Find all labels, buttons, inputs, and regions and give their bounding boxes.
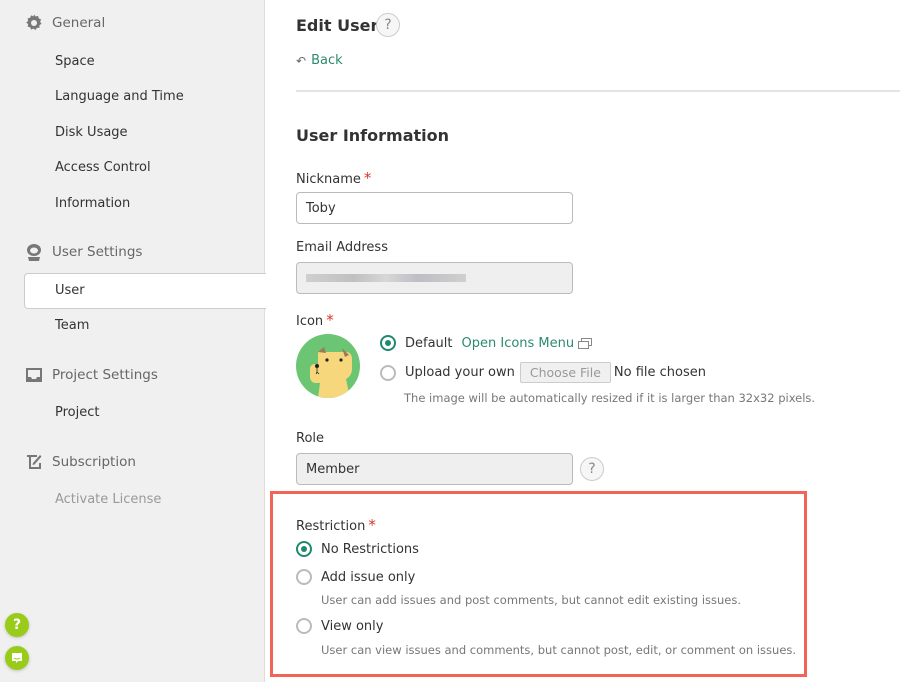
no-file-chosen-text: No file chosen (613, 365, 707, 380)
section-title: User Information (296, 126, 449, 145)
question-icon: ? (588, 461, 596, 477)
avatar (296, 334, 360, 398)
role-label: Role (296, 431, 325, 446)
icon-default-radio[interactable] (380, 335, 396, 351)
inbox-icon (26, 368, 42, 382)
question-icon: ? (384, 17, 392, 33)
sidebar-item-activate-license[interactable]: Activate License (55, 492, 161, 507)
icon-hint: The image will be automatically resized … (404, 391, 816, 405)
help-icon: ? (12, 617, 22, 633)
back-label: Back (311, 53, 343, 68)
sidebar-section-user-settings: User Settings (24, 242, 142, 262)
user-icon (27, 244, 41, 261)
sidebar-item-access-control[interactable]: Access Control (55, 160, 151, 175)
help-float-button[interactable]: ? (5, 613, 29, 637)
sidebar-section-subscription: Subscription (24, 452, 136, 472)
sidebar-item-space[interactable]: Space (55, 54, 95, 69)
role-select[interactable]: Member (296, 453, 573, 485)
nickname-label-text: Nickname (296, 172, 361, 187)
sidebar-section-general: General (24, 13, 105, 33)
icon-upload-option[interactable]: Upload your own Choose File No file chos… (380, 362, 706, 383)
email-label: Email Address (296, 240, 388, 255)
icon-label-text: Icon (296, 314, 324, 329)
restriction-highlight-box (270, 491, 807, 677)
required-marker: * (326, 311, 334, 329)
role-value: Member (306, 461, 360, 477)
page-title: Edit User (296, 16, 379, 35)
divider (296, 90, 900, 92)
sidebar-item-language-and-time[interactable]: Language and Time (55, 89, 184, 104)
nickname-value: Toby (306, 200, 336, 216)
icon-default-option[interactable]: Default Open Icons Menu (380, 335, 593, 351)
sidebar-section-label: Project Settings (52, 367, 158, 383)
external-window-icon (578, 337, 593, 349)
icon-upload-radio[interactable] (380, 364, 396, 381)
page-help-button[interactable]: ? (376, 13, 400, 37)
sidebar-section-label: User Settings (52, 244, 143, 260)
chat-icon (12, 653, 22, 663)
sidebar: General Space Language and Time Disk Usa… (0, 0, 266, 682)
sidebar-section-label: Subscription (52, 454, 136, 470)
icon-label: Icon * (296, 311, 334, 329)
back-link[interactable]: ↶ Back (296, 53, 343, 68)
gear-icon (26, 14, 42, 30)
dog-avatar-icon (310, 347, 352, 398)
sidebar-item-information[interactable]: Information (55, 196, 130, 211)
sidebar-item-disk-usage[interactable]: Disk Usage (55, 125, 128, 140)
role-help-button[interactable]: ? (580, 457, 604, 481)
nickname-input[interactable]: Toby (296, 192, 573, 224)
email-input[interactable] (296, 262, 573, 294)
sidebar-section-label: General (52, 15, 106, 31)
back-arrow-icon: ↶ (296, 53, 307, 68)
required-marker: * (363, 169, 372, 187)
icon-default-label: Default (405, 335, 453, 351)
icon-upload-label: Upload your own (405, 365, 515, 380)
sidebar-item-project[interactable]: Project (55, 405, 99, 420)
sidebar-item-user[interactable]: User (55, 283, 85, 298)
chat-float-button[interactable] (5, 646, 29, 670)
open-icons-menu-link[interactable]: Open Icons Menu (462, 336, 575, 351)
sidebar-item-team[interactable]: Team (55, 318, 89, 333)
scroll-icon (27, 455, 42, 469)
email-redacted (306, 274, 466, 282)
sidebar-section-project-settings: Project Settings (24, 365, 158, 385)
choose-file-button[interactable]: Choose File (519, 362, 611, 383)
nickname-label: Nickname * (296, 169, 371, 187)
